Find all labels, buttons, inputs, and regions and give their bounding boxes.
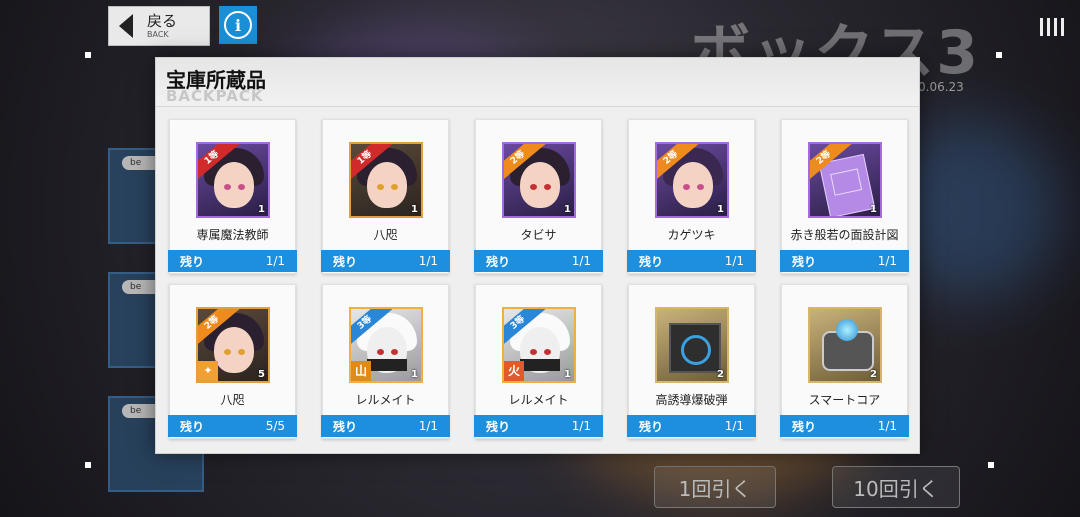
item-card[interactable]: 3等 火 1 レルメイト 残り 1/1 <box>474 284 603 439</box>
item-name: 専属魔法教師 <box>196 228 269 242</box>
character-portrait-icon: 3等 山 1 <box>349 307 423 383</box>
remain-bar: 残り 1/1 <box>474 250 603 272</box>
item-card[interactable]: 2等 1 赤き般若の面設計図 残り 1/1 <box>780 119 909 274</box>
item-name: カゲツキ <box>667 228 716 242</box>
remain-value: 1/1 <box>418 254 438 268</box>
item-name: 八咫 <box>220 393 245 407</box>
item-name: 高誘導爆破弾 <box>655 393 728 407</box>
draw-once-button[interactable]: 1回引く <box>654 466 776 508</box>
back-sublabel: BACK <box>147 29 169 39</box>
info-icon: i <box>224 11 252 39</box>
item-name: タビサ <box>520 228 557 242</box>
element-badge: 火 <box>504 361 524 381</box>
remain-value: 1/1 <box>877 254 897 268</box>
remain-bar: 残り 1/1 <box>321 250 450 272</box>
remain-value: 1/1 <box>418 419 438 433</box>
item-card[interactable]: 1等 1 八咫 残り 1/1 <box>321 119 450 274</box>
item-name: スマートコア <box>808 393 881 407</box>
character-portrait-icon: 2等 1 <box>655 142 729 218</box>
remain-value: 5/5 <box>265 419 285 433</box>
remain-label: 残り <box>333 419 358 434</box>
item-card[interactable]: 2 スマートコア 残り 1/1 <box>780 284 909 439</box>
remain-label: 残り <box>333 254 358 269</box>
character-portrait-icon: 2等 1 <box>502 142 576 218</box>
remain-label: 残り <box>639 254 664 269</box>
item-card[interactable]: 3等 山 1 レルメイト 残り 1/1 <box>321 284 450 439</box>
remain-bar: 残り 1/1 <box>627 415 756 437</box>
remain-bar: 残り 1/1 <box>474 415 603 437</box>
item-card[interactable]: 1等 1 専属魔法教師 残り 1/1 <box>168 119 297 274</box>
remain-bar: 残り 1/1 <box>168 250 297 272</box>
item-card[interactable]: 2等 1 カゲツキ 残り 1/1 <box>627 119 756 274</box>
item-count: 2 <box>870 369 877 380</box>
item-count: 2 <box>717 369 724 380</box>
character-portrait-icon: 1等 1 <box>349 142 423 218</box>
item-count: 1 <box>717 204 724 215</box>
character-portrait-icon: 1等 1 <box>196 142 270 218</box>
item-count: 5 <box>258 369 265 380</box>
remain-value: 1/1 <box>724 419 744 433</box>
remain-bar: 残り 1/1 <box>627 250 756 272</box>
remain-bar: 残り 1/1 <box>780 250 909 272</box>
item-count: 1 <box>411 369 418 380</box>
back-label: 戻る <box>147 11 178 30</box>
item-count: 1 <box>564 204 571 215</box>
smart-core-icon: 2 <box>808 307 882 383</box>
remain-value: 1/1 <box>877 419 897 433</box>
character-portrait-icon: 3等 火 1 <box>502 307 576 383</box>
menu-icon[interactable] <box>1040 18 1064 36</box>
remain-value: 1/1 <box>265 254 285 268</box>
backpack-panel: 宝庫所蔵品 BACKPACK 1等 1 専属魔法教師 残り 1/1 1等 1 八咫… <box>155 57 920 454</box>
element-badge: 山 <box>351 361 371 381</box>
item-name: 八咫 <box>373 228 398 242</box>
back-arrow-icon <box>119 14 133 38</box>
item-count: 1 <box>870 204 877 215</box>
item-card[interactable]: 2 高誘導爆破弾 残り 1/1 <box>627 284 756 439</box>
remain-label: 残り <box>639 419 664 434</box>
frame-corner <box>85 52 91 58</box>
panel-subtitle: BACKPACK <box>166 87 264 105</box>
frame-corner <box>988 462 994 468</box>
draw-ten-button[interactable]: 10回引く <box>832 466 960 508</box>
remain-label: 残り <box>180 419 205 434</box>
item-count: 1 <box>411 204 418 215</box>
item-count: 1 <box>258 204 265 215</box>
remain-label: 残り <box>180 254 205 269</box>
remain-value: 1/1 <box>724 254 744 268</box>
remain-bar: 残り 1/1 <box>780 415 909 437</box>
item-name: レルメイト <box>355 393 416 407</box>
remain-bar: 残り 5/5 <box>168 415 297 437</box>
banner-date: 0.06.23 <box>918 80 964 94</box>
remain-label: 残り <box>486 254 511 269</box>
character-fragment-icon: 2等 ✦ 5 <box>196 307 270 383</box>
blueprint-icon: 2等 1 <box>808 142 882 218</box>
frame-corner <box>996 52 1002 58</box>
remain-value: 1/1 <box>571 419 591 433</box>
puzzle-piece-icon: ✦ <box>198 361 218 381</box>
item-card[interactable]: 2等 1 タビサ 残り 1/1 <box>474 119 603 274</box>
remain-value: 1/1 <box>571 254 591 268</box>
info-button[interactable]: i <box>219 6 257 44</box>
bomb-device-icon: 2 <box>655 307 729 383</box>
frame-corner <box>85 462 91 468</box>
item-count: 1 <box>564 369 571 380</box>
item-name: レルメイト <box>508 393 569 407</box>
item-name: 赤き般若の面設計図 <box>790 228 899 242</box>
remain-bar: 残り 1/1 <box>321 415 450 437</box>
item-card[interactable]: 2等 ✦ 5 八咫 残り 5/5 <box>168 284 297 439</box>
panel-header <box>156 58 919 107</box>
remain-label: 残り <box>486 419 511 434</box>
remain-label: 残り <box>792 419 817 434</box>
back-button[interactable]: 戻る BACK <box>108 6 210 46</box>
remain-label: 残り <box>792 254 817 269</box>
